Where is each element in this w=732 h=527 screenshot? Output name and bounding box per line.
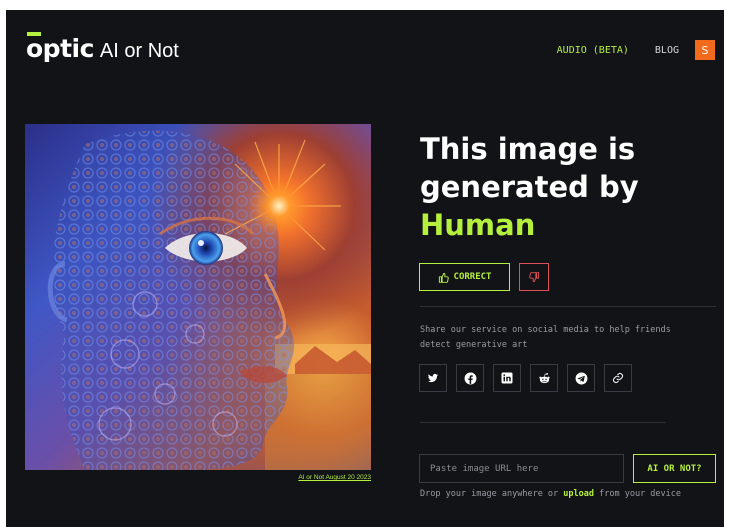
image-url-input[interactable] xyxy=(419,454,624,483)
logo-product-name: AI or Not xyxy=(99,40,179,62)
share-linkedin-button[interactable] xyxy=(493,364,521,392)
logo-accent-bar xyxy=(27,32,41,36)
section-divider-2 xyxy=(420,422,666,423)
nav-blog-link[interactable]: BLOG xyxy=(655,45,679,56)
incorrect-button[interactable] xyxy=(519,263,549,291)
share-reddit-button[interactable] xyxy=(530,364,558,392)
result-headline: This image is generated by Human xyxy=(420,130,720,244)
image-caption-link[interactable]: AI or Not August 20 2023 xyxy=(266,474,371,481)
telegram-icon xyxy=(575,372,587,384)
ai-or-not-submit-button[interactable]: AI OR NOT? xyxy=(633,454,716,483)
drop-text-before: Drop your image anywhere or xyxy=(420,489,564,499)
user-avatar[interactable]: S xyxy=(695,40,715,60)
thumbs-up-icon xyxy=(438,272,449,283)
share-facebook-button[interactable] xyxy=(456,364,484,392)
share-telegram-button[interactable] xyxy=(567,364,595,392)
section-divider xyxy=(420,306,716,307)
drop-instructions: Drop your image anywhere or upload from … xyxy=(420,489,720,499)
link-icon xyxy=(613,373,623,383)
social-share-bar xyxy=(419,364,632,392)
thumbs-down-icon xyxy=(528,271,539,282)
correct-button-label: CORRECT xyxy=(453,272,492,282)
share-twitter-button[interactable] xyxy=(419,364,447,392)
headline-line-2: generated by xyxy=(420,170,639,204)
top-nav: AUDIO (BETA) BLOG S xyxy=(557,40,715,60)
drop-text-after: from your device xyxy=(594,489,682,499)
logo[interactable]: optic AI or Not xyxy=(26,32,179,63)
reddit-icon xyxy=(538,372,550,383)
nav-audio-link[interactable]: AUDIO (BETA) xyxy=(557,45,629,56)
copy-link-button[interactable] xyxy=(604,364,632,392)
artwork-illustration xyxy=(47,130,371,470)
app-frame: optic AI or Not AUDIO (BETA) BLOG S AI o… xyxy=(6,10,724,527)
share-description: Share our service on social media to hel… xyxy=(420,325,671,350)
facebook-icon xyxy=(464,372,476,384)
logo-mark-text: optic xyxy=(26,34,94,63)
twitter-icon xyxy=(428,373,438,383)
linkedin-icon xyxy=(501,372,513,384)
correct-button[interactable]: CORRECT xyxy=(419,263,510,291)
verdict-label: Human xyxy=(420,208,536,242)
logo-mark: optic xyxy=(26,32,94,63)
analyzed-image xyxy=(25,124,371,470)
headline-line-1: This image is xyxy=(420,132,636,166)
upload-link[interactable]: upload xyxy=(563,489,594,499)
